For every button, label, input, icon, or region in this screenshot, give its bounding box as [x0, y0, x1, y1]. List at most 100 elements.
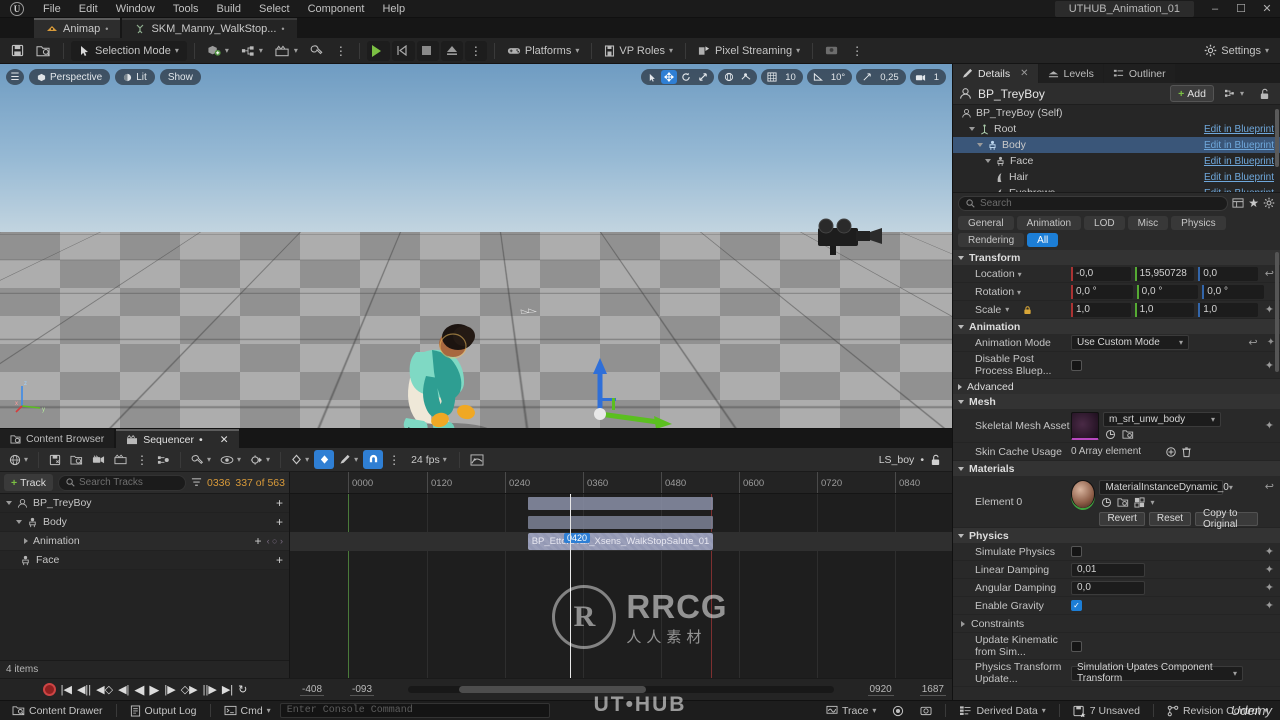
filter-all[interactable]: All [1027, 233, 1059, 247]
viewport-viewmode-dropdown[interactable]: Lit [115, 69, 155, 85]
camera-speed-icon[interactable] [913, 70, 929, 84]
add-sub-track-button[interactable]: + [276, 554, 283, 566]
add-array-element-icon[interactable] [1165, 446, 1177, 458]
component-row-face[interactable]: Face Edit in Blueprint [953, 153, 1280, 169]
edit-in-blueprint-link[interactable]: Edit in Blueprint [1204, 124, 1274, 135]
scale-snap-icon[interactable] [859, 70, 875, 84]
world-dropdown-button[interactable]: ▾ [5, 450, 32, 469]
browse-to-asset-icon[interactable] [1105, 429, 1116, 440]
step-button[interactable] [391, 40, 415, 61]
tab-skm-manny-walkstop[interactable]: SKM_Manny_WalkStop... • [122, 18, 297, 38]
selection-mode-dropdown[interactable]: Selection Mode ▾ [71, 40, 187, 61]
component-tree-scrollbar[interactable] [1275, 109, 1279, 167]
physics-transform-update-dropdown[interactable]: Simulation Upates Component Transform ▾ [1071, 662, 1243, 684]
save-sequence-button[interactable] [45, 450, 65, 469]
platforms-button[interactable]: Platforms ▾ [502, 41, 584, 61]
linear-damping-input[interactable]: 0,01 [1071, 562, 1145, 577]
location-y-input[interactable]: 15,950728 [1134, 266, 1195, 281]
chevron-down-icon[interactable]: ▾ [1017, 288, 1021, 297]
track-row-animation[interactable]: Animation + ‹ ○ › [0, 532, 289, 551]
section-transform[interactable]: Transform [953, 250, 1280, 265]
location-z-input[interactable]: 0,0 [1198, 266, 1258, 281]
rotation-z-input[interactable]: 0,0 ° [1202, 284, 1264, 299]
angular-damping-input[interactable]: 0,0 [1071, 580, 1145, 595]
level-viewport[interactable]: ⌳⌳ z y x ☰ Perspective Lit Show 10 10° 0… [0, 64, 952, 428]
details-properties-list[interactable]: Transform Location ▾ -0,0 15,950728 0,0 … [953, 250, 1280, 700]
copy-to-original-button[interactable]: Copy to Original [1195, 508, 1258, 530]
play-button[interactable] [366, 40, 390, 61]
scale-z-input[interactable]: 1,0 [1198, 302, 1258, 317]
reset-material-button[interactable]: Reset [1148, 511, 1192, 526]
expander-icon[interactable] [969, 127, 975, 131]
menu-window[interactable]: Window [107, 1, 164, 17]
scale-lock-icon[interactable] [1023, 305, 1032, 315]
search-tracks-input[interactable]: Search Tracks [58, 474, 186, 491]
chevron-down-icon[interactable]: ▾ [1018, 270, 1022, 279]
playhead[interactable]: 0336 [567, 494, 578, 678]
cine-camera-actor[interactable] [800, 216, 886, 258]
actor-track-bar[interactable] [528, 497, 713, 510]
filter-animation[interactable]: Animation [1016, 216, 1082, 230]
skeletal-mesh-asset-dropdown[interactable]: m_srt_unw_body ▾ [1103, 411, 1221, 427]
section-physics[interactable]: Physics [953, 528, 1280, 543]
sequencer-tools-button[interactable]: ▾ [187, 450, 215, 469]
disable-ppb-checkbox[interactable] [1071, 359, 1082, 371]
key-nav-controls[interactable]: ‹ ○ › [267, 536, 283, 546]
menu-help[interactable]: Help [373, 1, 414, 17]
snap-options-button[interactable]: ⋮ [384, 450, 404, 469]
stage-more-button[interactable]: ⋮ [846, 41, 868, 61]
scale-tool-icon[interactable] [695, 70, 711, 84]
curve-editor-button[interactable] [466, 450, 488, 469]
chevron-down-icon[interactable]: ▾ [1150, 498, 1154, 507]
expander-icon[interactable] [977, 143, 983, 147]
sequencer-actions-button[interactable] [153, 450, 174, 469]
key-interpolation-button[interactable]: ▾ [335, 450, 362, 469]
toolbar-more-button[interactable]: ⋮ [330, 41, 352, 61]
close-icon[interactable]: ✕ [1020, 68, 1028, 79]
cinematics-button[interactable]: ▾ [270, 41, 303, 61]
expander-icon[interactable] [24, 538, 28, 544]
properties-scrollbar[interactable] [1275, 252, 1279, 372]
skeletal-mesh-thumbnail[interactable] [1071, 411, 1099, 440]
stage-button[interactable] [820, 41, 844, 61]
transform-gizmo[interactable] [586, 352, 686, 428]
lock-details-button[interactable] [1254, 84, 1274, 103]
minimize-button[interactable]: – [1202, 0, 1228, 18]
angle-snap-group[interactable]: 10° [806, 69, 853, 85]
render-movie-button[interactable] [110, 450, 131, 469]
menu-file[interactable]: File [34, 1, 70, 17]
add-sub-track-button[interactable]: + [276, 497, 283, 509]
vp-roles-button[interactable]: VP Roles ▾ [599, 41, 678, 61]
delete-array-icon[interactable] [1181, 446, 1192, 458]
component-row-body[interactable]: Body Edit in Blueprint [953, 137, 1280, 153]
grid-snap-group[interactable]: 10 [761, 69, 803, 85]
component-row-eyebrows[interactable]: Eyebrows Edit in Blueprint [953, 185, 1280, 193]
save-button[interactable] [6, 41, 29, 61]
keyframe-mode-button[interactable]: ▾ [287, 450, 313, 469]
add-sub-track-button[interactable]: + [276, 516, 283, 528]
find-in-content-browser-icon[interactable] [1117, 497, 1129, 508]
revert-material-button[interactable]: Revert [1099, 511, 1145, 526]
keyframe-property-icon[interactable]: ✦ [1262, 563, 1277, 576]
gear-icon[interactable] [1263, 197, 1275, 209]
stop-button[interactable] [416, 40, 439, 61]
add-actor-button[interactable]: ▾ [202, 41, 234, 61]
filter-general[interactable]: General [958, 216, 1014, 230]
location-x-input[interactable]: -0,0 [1071, 266, 1131, 281]
add-track-button[interactable]: + Track [4, 474, 54, 491]
timeline-ruler[interactable]: 0000 0120 0240 0360 0480 0600 0720 0840 [290, 472, 952, 494]
star-icon[interactable]: ★ [1248, 196, 1259, 210]
update-kinematic-checkbox[interactable] [1071, 640, 1082, 652]
filter-misc[interactable]: Misc [1127, 216, 1169, 230]
edit-in-blueprint-link[interactable]: Edit in Blueprint [1204, 188, 1274, 193]
pixel-streaming-button[interactable]: Pixel Streaming ▾ [693, 41, 805, 61]
add-section-button[interactable]: + [255, 535, 262, 547]
eject-button[interactable] [440, 40, 463, 61]
tab-content-browser[interactable]: Content Browser [0, 429, 115, 448]
expander-icon[interactable] [985, 159, 991, 163]
component-row-self[interactable]: BP_TreyBoy (Self) [953, 105, 1280, 121]
viewport-menu-button[interactable]: ☰ [6, 69, 24, 85]
column-settings-icon[interactable] [1232, 197, 1244, 209]
component-track-bar[interactable] [528, 516, 713, 529]
sequencer-more-button[interactable]: ⋮ [132, 450, 152, 469]
